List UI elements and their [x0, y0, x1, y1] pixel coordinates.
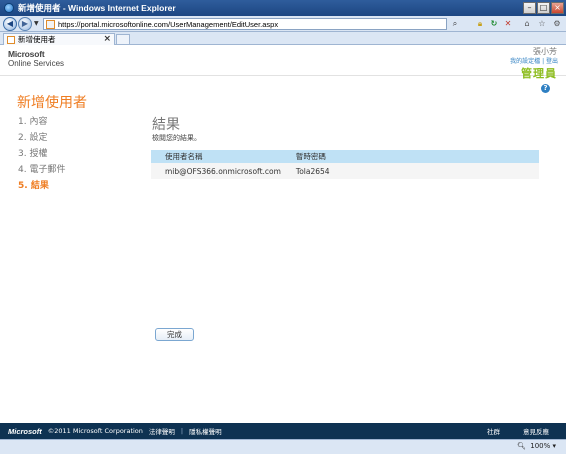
- results-heading: 結果: [152, 117, 180, 133]
- forward-button[interactable]: ▶: [18, 17, 32, 31]
- close-window-button[interactable]: ×: [551, 2, 564, 14]
- footer-divider: |: [180, 427, 184, 435]
- url-field[interactable]: https://portal.microsoftonline.com/UserM…: [43, 18, 447, 30]
- search-icon[interactable]: ⌕: [449, 18, 461, 30]
- close-tab-icon[interactable]: ×: [103, 34, 111, 45]
- privacy-link[interactable]: 隱私權聲明: [189, 426, 222, 436]
- community-link[interactable]: 社群: [487, 426, 500, 436]
- stop-icon[interactable]: ✕: [502, 18, 514, 30]
- step-properties: 1. 內容: [18, 117, 48, 127]
- role-label: 管理員: [521, 67, 557, 80]
- new-tab-button[interactable]: [116, 34, 130, 45]
- portal-header: Microsoft Online Services 張小芳 我的設定檔 | 登出…: [0, 46, 566, 80]
- maximize-button[interactable]: □: [537, 2, 550, 14]
- feedback-link[interactable]: 意見反應: [523, 426, 549, 436]
- step-results: 5. 結果: [18, 181, 49, 191]
- home-icon[interactable]: ⌂: [521, 18, 533, 30]
- copyright-text: ©2011 Microsoft Corporation: [47, 427, 143, 435]
- zoom-level: 100%: [530, 442, 551, 450]
- refresh-icon[interactable]: ↻: [488, 18, 500, 30]
- window-titlebar: 新增使用者 - Windows Internet Explorer – □ ×: [0, 0, 566, 16]
- tab-label: 新增使用者: [18, 35, 56, 44]
- back-button[interactable]: ◀: [3, 17, 17, 31]
- results-table: 使用者名稱 暫時密碼 mib@OFS366.onmicrosoft.com To…: [151, 150, 539, 179]
- status-bar: 🔍︎ 100% ▾: [0, 439, 566, 454]
- tab-favicon-icon: [7, 35, 15, 44]
- tab-new-user[interactable]: 新增使用者 ×: [3, 33, 115, 45]
- column-header-temp-password: 暫時密碼: [280, 150, 539, 163]
- legal-link[interactable]: 法律聲明: [149, 426, 175, 436]
- finish-button[interactable]: 完成: [155, 328, 194, 341]
- site-favicon-icon: [46, 19, 55, 29]
- step-email: 4. 電子郵件: [18, 165, 66, 175]
- step-licenses: 3. 授權: [18, 149, 48, 159]
- ie-icon: [4, 3, 14, 13]
- help-icon[interactable]: ?: [541, 84, 550, 93]
- table-row: mib@OFS366.onmicrosoft.com Tola2654: [151, 163, 539, 179]
- table-header-row: 使用者名稱 暫時密碼: [151, 150, 539, 163]
- wizard-steps: 1. 內容 2. 設定 3. 授權 4. 電子郵件 5. 結果: [18, 116, 65, 196]
- profile-signout-links[interactable]: 我的設定檔 | 登出: [510, 56, 558, 65]
- footer-microsoft-logo: Microsoft: [8, 426, 42, 436]
- cell-temp-password: Tola2654: [280, 163, 539, 179]
- tab-bar: 新增使用者 ×: [0, 32, 566, 45]
- page-title: 新增使用者: [17, 95, 87, 111]
- url-text: https://portal.microsoftonline.com/UserM…: [58, 19, 279, 29]
- zoom-magnifier-icon: 🔍︎: [517, 442, 526, 450]
- microsoft-online-logo[interactable]: Microsoft Online Services: [8, 49, 65, 69]
- minimize-button[interactable]: –: [523, 2, 536, 14]
- history-dropdown-icon[interactable]: ▼: [34, 20, 39, 27]
- page-footer: Microsoft ©2011 Microsoft Corporation 法律…: [0, 423, 566, 439]
- logo-line1: Microsoft: [8, 49, 45, 59]
- lock-icon[interactable]: 🔒︎: [474, 18, 486, 30]
- step-settings: 2. 設定: [18, 133, 48, 143]
- zoom-control[interactable]: 🔍︎ 100% ▾: [517, 442, 556, 450]
- window-controls: – □ ×: [523, 2, 564, 14]
- window-title: 新增使用者 - Windows Internet Explorer: [18, 3, 176, 13]
- logo-line2: Online Services: [8, 59, 65, 68]
- zoom-dropdown-icon[interactable]: ▾: [552, 442, 556, 450]
- results-description: 檢閱您的結果。: [152, 134, 201, 142]
- favorites-star-icon[interactable]: ☆: [536, 18, 548, 30]
- column-header-username: 使用者名稱: [151, 150, 281, 163]
- cell-username: mib@OFS366.onmicrosoft.com: [151, 163, 281, 179]
- tools-gear-icon[interactable]: ⚙: [551, 18, 563, 30]
- address-bar: ◀ ▶ ▼ https://portal.microsoftonline.com…: [0, 16, 566, 32]
